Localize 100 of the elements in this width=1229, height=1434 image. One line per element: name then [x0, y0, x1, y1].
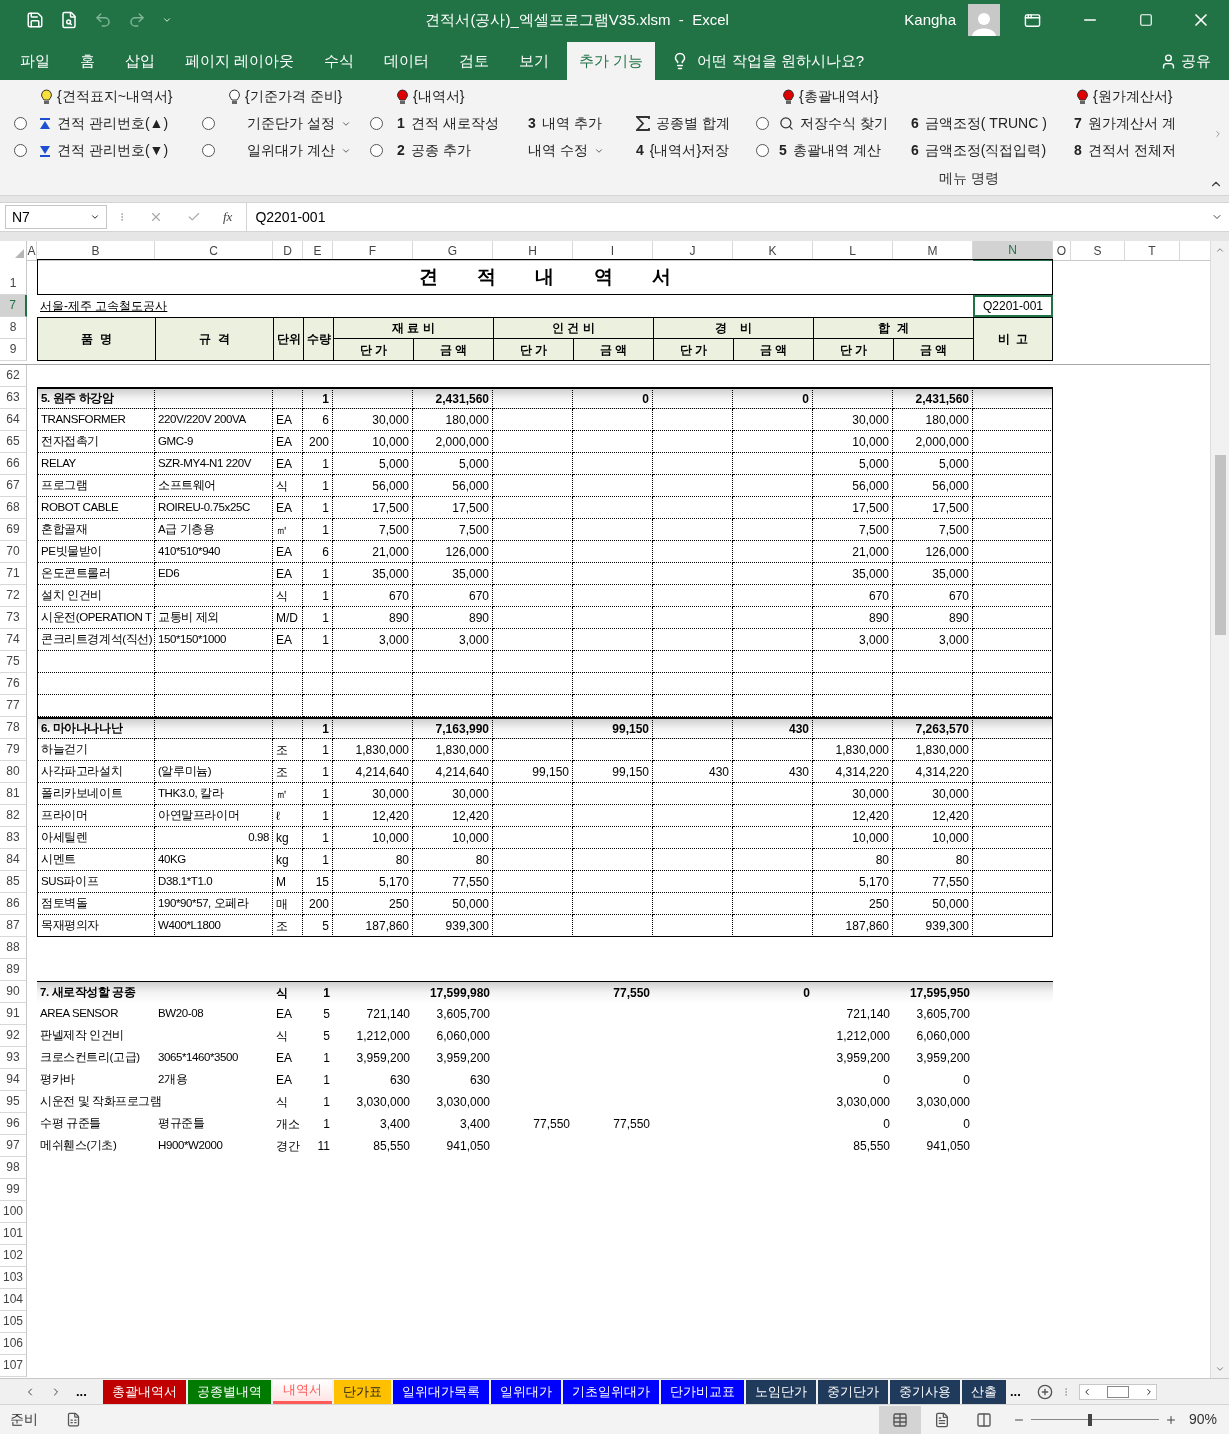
sheet-tab[interactable]: 중기사용 [890, 1379, 960, 1404]
column-header[interactable]: D [273, 241, 303, 261]
column-header[interactable]: I [573, 241, 653, 261]
row-header[interactable]: 92 [0, 1025, 27, 1047]
zoom-in-icon[interactable] [1164, 1413, 1177, 1426]
ribbon-button[interactable]: 4 {내역서}저장 [634, 140, 732, 161]
ribbon-button[interactable]: 3 내역 추가 [526, 113, 604, 134]
row-header[interactable]: 90 [0, 981, 27, 1003]
row-header[interactable]: 8 [0, 317, 27, 339]
save-icon[interactable] [26, 11, 44, 29]
zoom-slider[interactable] [1030, 1412, 1159, 1427]
row-header[interactable]: 62 [0, 365, 27, 387]
radio-button[interactable] [202, 117, 215, 130]
row-header[interactable]: 74 [0, 629, 27, 651]
radio-button[interactable] [370, 144, 383, 157]
ribbon-button[interactable]: 2 공종 추가 [395, 140, 473, 161]
row-header[interactable]: 87 [0, 915, 27, 937]
maximize-icon[interactable] [1139, 13, 1153, 27]
ribbon-button[interactable]: 내역 수정 [526, 140, 606, 161]
radio-button[interactable] [756, 144, 769, 157]
tell-me-field[interactable]: 어떤 작업을 원하시나요? [697, 49, 865, 73]
row-header[interactable]: 105 [0, 1311, 27, 1333]
ribbon-button[interactable]: 공종별 합계 [634, 113, 732, 134]
row-header[interactable]: 96 [0, 1113, 27, 1135]
sheet-tab[interactable]: 산출 [962, 1379, 1006, 1404]
row-header[interactable]: 88 [0, 937, 27, 959]
column-header[interactable]: K [733, 241, 813, 261]
row-header[interactable]: 63 [0, 387, 27, 409]
ribbon-button[interactable]: 1 견적 새로작성 [395, 113, 501, 134]
new-sheet-icon[interactable] [1036, 1383, 1053, 1400]
row-header[interactable]: 97 [0, 1135, 27, 1157]
row-header[interactable]: 75 [0, 651, 27, 673]
column-header[interactable]: B [37, 241, 155, 261]
ribbon-button[interactable]: 7 원가계산서 계 [1072, 113, 1178, 134]
formula-field[interactable]: Q2201-001 [246, 203, 1211, 231]
ribbon-display-icon[interactable] [1024, 11, 1041, 29]
ribbon-button[interactable]: 일위대가 계산 [245, 140, 353, 161]
row-header[interactable]: 84 [0, 849, 27, 871]
column-header[interactable]: A [27, 241, 37, 261]
column-header[interactable]: J [653, 241, 733, 261]
ribbon-button[interactable]: 6 금액조정( TRUNC ) [909, 113, 1049, 134]
sheet-tab[interactable]: 중기단가 [818, 1379, 888, 1404]
row-header[interactable]: 82 [0, 805, 27, 827]
menu-tab[interactable]: 홈 [68, 42, 107, 80]
ribbon-button[interactable]: 기준단가 설정 [245, 113, 353, 134]
row-header[interactable]: 77 [0, 695, 27, 717]
sheet-tab[interactable]: 단가비교표 [661, 1379, 744, 1404]
ribbon-button[interactable]: 저장수식 찾기 [777, 113, 890, 134]
zoom-thumb[interactable] [1088, 1413, 1092, 1426]
row-header[interactable]: 68 [0, 497, 27, 519]
menu-tab[interactable]: 데이터 [372, 42, 442, 80]
radio-button[interactable] [14, 144, 27, 157]
print-preview-icon[interactable] [60, 11, 78, 29]
row-header[interactable]: 1 [0, 259, 27, 295]
more-sheets-button[interactable]: ... [76, 1381, 87, 1402]
row-header[interactable]: 106 [0, 1333, 27, 1355]
row-header[interactable]: 72 [0, 585, 27, 607]
menu-tab[interactable]: 수식 [312, 42, 367, 80]
ribbon-button[interactable]: 견적 관리번호(▲) [37, 113, 171, 134]
sheet-tab[interactable]: 일위대가 [491, 1379, 561, 1404]
row-header[interactable]: 95 [0, 1091, 27, 1113]
column-header[interactable]: G [413, 241, 493, 261]
menu-tab[interactable]: 파일 [8, 42, 62, 80]
insert-function-button[interactable]: fx [223, 207, 233, 227]
row-header[interactable]: 103 [0, 1267, 27, 1289]
column-header[interactable]: E [303, 241, 333, 261]
row-header[interactable]: 80 [0, 761, 27, 783]
radio-button[interactable] [202, 144, 215, 157]
radio-button[interactable] [756, 117, 769, 130]
row-header[interactable]: 79 [0, 739, 27, 761]
row-header[interactable]: 78 [0, 717, 27, 739]
row-header[interactable]: 93 [0, 1047, 27, 1069]
menu-tab[interactable]: 보기 [507, 42, 562, 80]
column-header[interactable]: C [155, 241, 273, 261]
row-header[interactable]: 101 [0, 1223, 27, 1245]
ribbon-button[interactable]: 6 금액조정(직접입력) [909, 140, 1049, 161]
radio-button[interactable] [370, 117, 383, 130]
row-header[interactable]: 65 [0, 431, 27, 453]
horizontal-scrollbar[interactable] [1078, 1383, 1157, 1400]
row-header[interactable]: 102 [0, 1245, 27, 1267]
column-header[interactable]: N [973, 241, 1053, 261]
row-header[interactable]: 71 [0, 563, 27, 585]
row-header[interactable]: 107 [0, 1355, 27, 1377]
table-cell[interactable]: Q2201-001 [973, 295, 1053, 317]
row-header[interactable]: 89 [0, 959, 27, 981]
row-header[interactable]: 66 [0, 453, 27, 475]
column-header[interactable]: T [1125, 241, 1180, 261]
row-header[interactable]: 98 [0, 1157, 27, 1179]
more-sheets-button[interactable]: ... [1010, 1381, 1021, 1402]
row-header[interactable]: 99 [0, 1179, 27, 1201]
column-header[interactable]: H [493, 241, 573, 261]
column-header[interactable]: S [1071, 241, 1125, 261]
row-header[interactable]: 73 [0, 607, 27, 629]
column-header[interactable]: O [1053, 241, 1071, 261]
row-header[interactable]: 69 [0, 519, 27, 541]
radio-button[interactable] [14, 117, 27, 130]
row-header[interactable]: 81 [0, 783, 27, 805]
vertical-scrollbar[interactable] [1210, 241, 1229, 1378]
macro-record-icon[interactable] [66, 1412, 81, 1427]
menu-tab[interactable]: 삽입 [113, 42, 167, 80]
